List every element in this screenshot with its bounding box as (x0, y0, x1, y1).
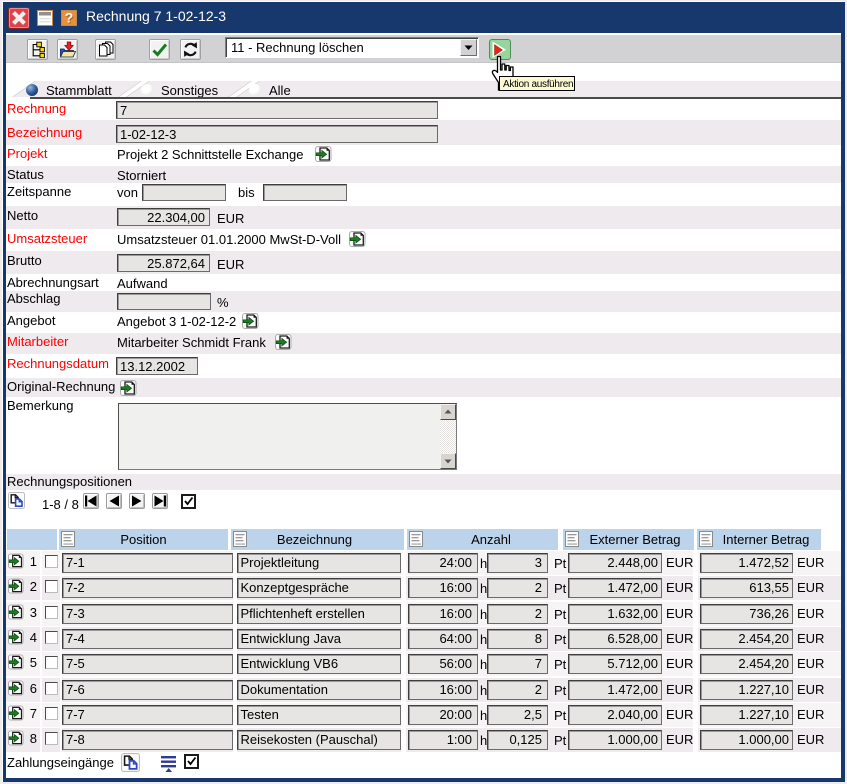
svg-text:?: ? (65, 10, 74, 26)
